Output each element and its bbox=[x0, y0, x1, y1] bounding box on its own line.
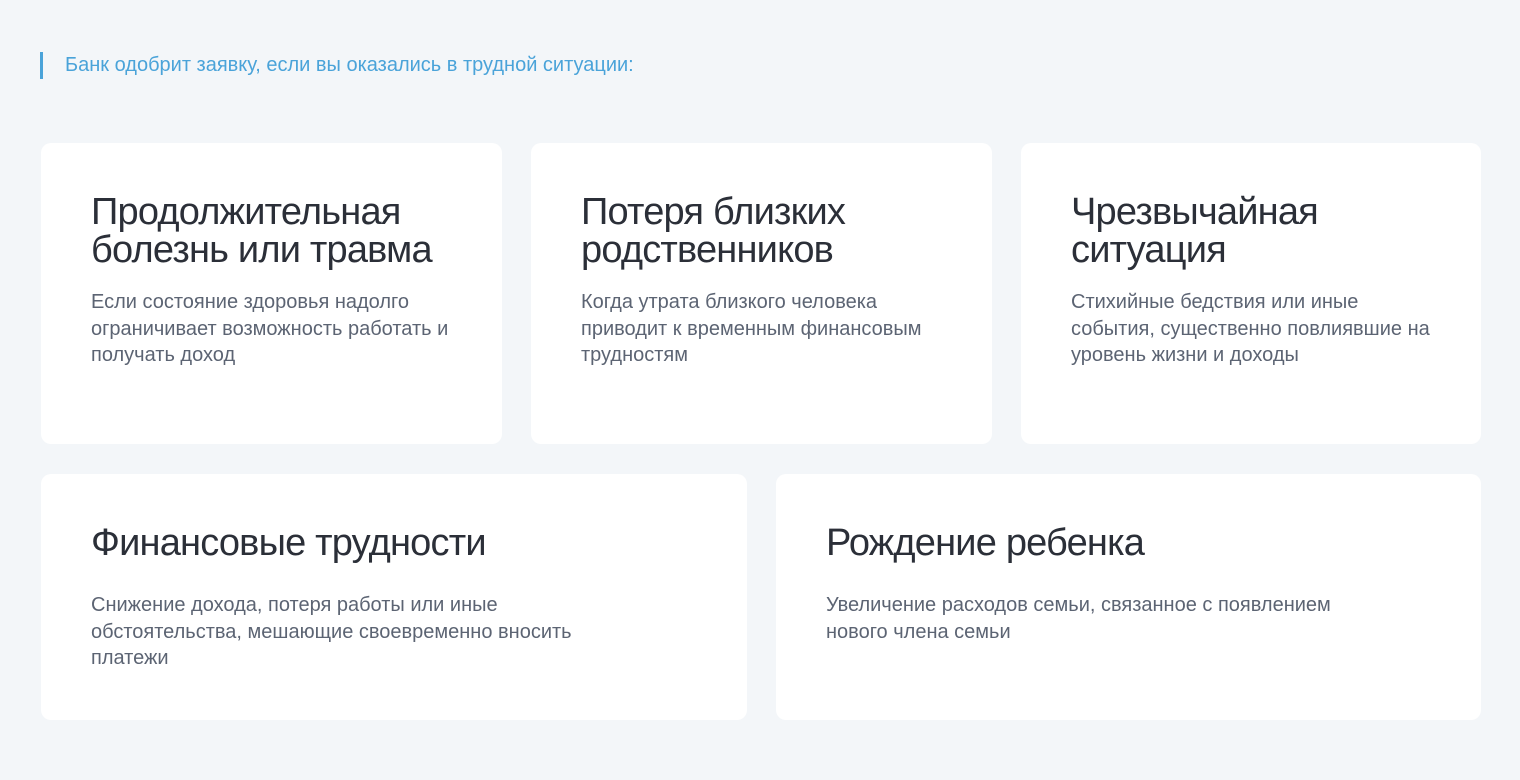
card-title: Потеря близких родственников bbox=[581, 191, 846, 271]
card-description: Если состояние здоровья надолго ограничи… bbox=[91, 291, 449, 366]
situation-card-childbirth: Рождение ребенка Увеличение расходов сем… bbox=[776, 474, 1481, 720]
situation-card-loss-of-relatives: Потеря близких родственников Когда утрат… bbox=[531, 143, 992, 444]
card-description: Снижение дохода, потеря работы или иные … bbox=[91, 594, 572, 669]
card-title: Продолжительная болезнь или травма bbox=[91, 191, 433, 271]
situation-card-financial-difficulties: Финансовые трудности Снижение дохода, по… bbox=[41, 474, 747, 720]
card-description: Увеличение расходов семьи, связанное с п… bbox=[826, 594, 1331, 643]
card-title: Рождение ребенка bbox=[826, 522, 1145, 564]
situation-card-illness: Продолжительная болезнь или травма Если … bbox=[41, 143, 502, 444]
intro-quote: Банк одобрит заявку, если вы оказались в… bbox=[40, 52, 660, 79]
card-title: Финансовые трудности bbox=[91, 522, 487, 564]
card-description: Стихийные бедствия или иные события, сущ… bbox=[1071, 291, 1430, 366]
card-title: Чрезвычайная ситуация bbox=[1071, 191, 1319, 271]
situation-card-emergency: Чрезвычайная ситуация Стихийные бедствия… bbox=[1021, 143, 1481, 444]
intro-text: Банк одобрит заявку, если вы оказались в… bbox=[65, 54, 634, 76]
card-description: Когда утрата близкого человека приводит … bbox=[581, 291, 922, 366]
